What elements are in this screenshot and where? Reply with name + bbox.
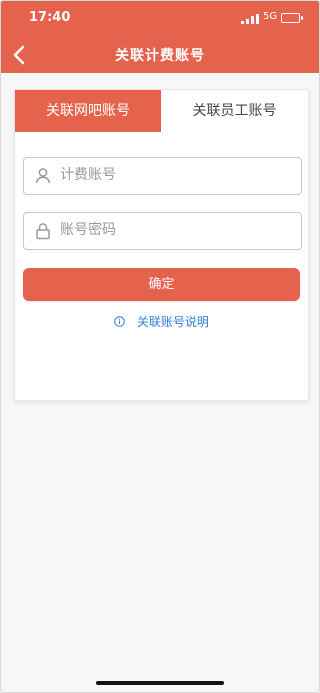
battery-icon: [281, 13, 303, 23]
confirm-button[interactable]: 确定: [23, 268, 300, 301]
billing-account-input[interactable]: [60, 158, 292, 192]
tab-internet-cafe-account[interactable]: 关联网吧账号: [15, 90, 161, 132]
user-icon: [35, 168, 51, 184]
home-indicator: [96, 681, 224, 685]
status-time: 17:40: [29, 10, 71, 25]
signal-icon: [241, 14, 259, 24]
billing-account-field[interactable]: [23, 157, 302, 195]
page-title: 关联计费账号: [115, 48, 205, 64]
account-password-field[interactable]: [23, 212, 302, 250]
top-bar: 17:40 5G 关联计费账号: [1, 1, 319, 73]
status-bar: 17:40 5G: [1, 1, 319, 37]
account-link-card: 关联网吧账号 关联员工账号 确定 关联账号说明: [14, 89, 309, 401]
account-tabs: 关联网吧账号 关联员工账号: [15, 90, 308, 132]
network-label: 5G: [263, 11, 278, 22]
account-password-input[interactable]: [60, 213, 292, 247]
account-help-link[interactable]: 关联账号说明: [15, 313, 308, 330]
lock-icon: [36, 223, 50, 240]
info-icon: [114, 316, 125, 327]
tab-employee-account[interactable]: 关联员工账号: [161, 90, 308, 132]
phone-screen: 17:40 5G 关联计费账号 关联网吧账号 关联员工账号 计费账号 确定 关联…: [0, 0, 320, 693]
account-help-label: 关联账号说明: [136, 315, 209, 329]
navigation-bar: 关联计费账号: [1, 37, 319, 73]
